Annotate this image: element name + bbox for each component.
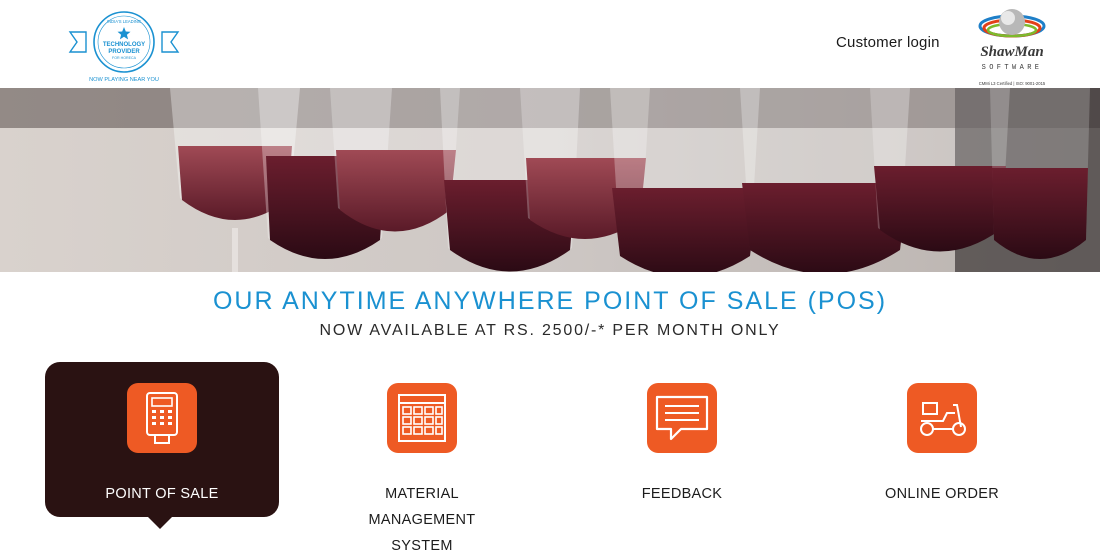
- delivery-scooter-icon: [907, 383, 977, 453]
- feature-label: ONLINE ORDER: [885, 486, 999, 502]
- badge-tagline: NOW PLAYING NEAR YOU: [89, 77, 159, 83]
- shawman-logo: ShawMan SOFTWARE CMMi L3 Certified | ISO…: [978, 9, 1046, 86]
- badge-line2: PROVIDER: [108, 49, 140, 55]
- brand-sub: SOFTWARE: [982, 64, 1043, 72]
- hero-wine-glasses-image: [0, 88, 1100, 272]
- badge-line3: FOR HORECA: [112, 56, 137, 60]
- site-header: INDIA'S LEADING TECHNOLOGY PROVIDER FOR …: [0, 0, 1100, 88]
- feedback-bubble-icon: [647, 383, 717, 453]
- feature-label: POINT OF SALE: [105, 486, 219, 502]
- brand-name: ShawMan: [980, 44, 1043, 60]
- feature-label: MATERIAL MANAGEMENT SYSTEM: [368, 486, 476, 554]
- inventory-grid-icon: [387, 383, 457, 453]
- badge-top-text: INDIA'S LEADING: [107, 19, 141, 24]
- headline-subtitle: NOW AVAILABLE AT RS. 2500/-* PER MONTH O…: [319, 322, 781, 339]
- pos-terminal-icon: [127, 383, 197, 453]
- feature-material-management[interactable]: MATERIAL MANAGEMENT SYSTEM: [305, 362, 539, 554]
- active-pointer: [148, 517, 172, 529]
- feature-point-of-sale[interactable]: POINT OF SALE: [45, 362, 279, 529]
- feature-label: FEEDBACK: [641, 486, 723, 502]
- brand-cert: CMMi L3 Certified | ISO: 9001-2015: [979, 81, 1046, 86]
- badge-line1: TECHNOLOGY: [103, 42, 145, 48]
- feature-feedback[interactable]: FEEDBACK: [565, 362, 799, 517]
- feature-online-order[interactable]: ONLINE ORDER: [825, 362, 1059, 517]
- technology-provider-badge: INDIA'S LEADING TECHNOLOGY PROVIDER FOR …: [68, 11, 180, 83]
- customer-login-link[interactable]: Customer login: [836, 34, 940, 51]
- headline-title: OUR ANYTIME ANYWHERE POINT OF SALE (POS): [212, 287, 888, 315]
